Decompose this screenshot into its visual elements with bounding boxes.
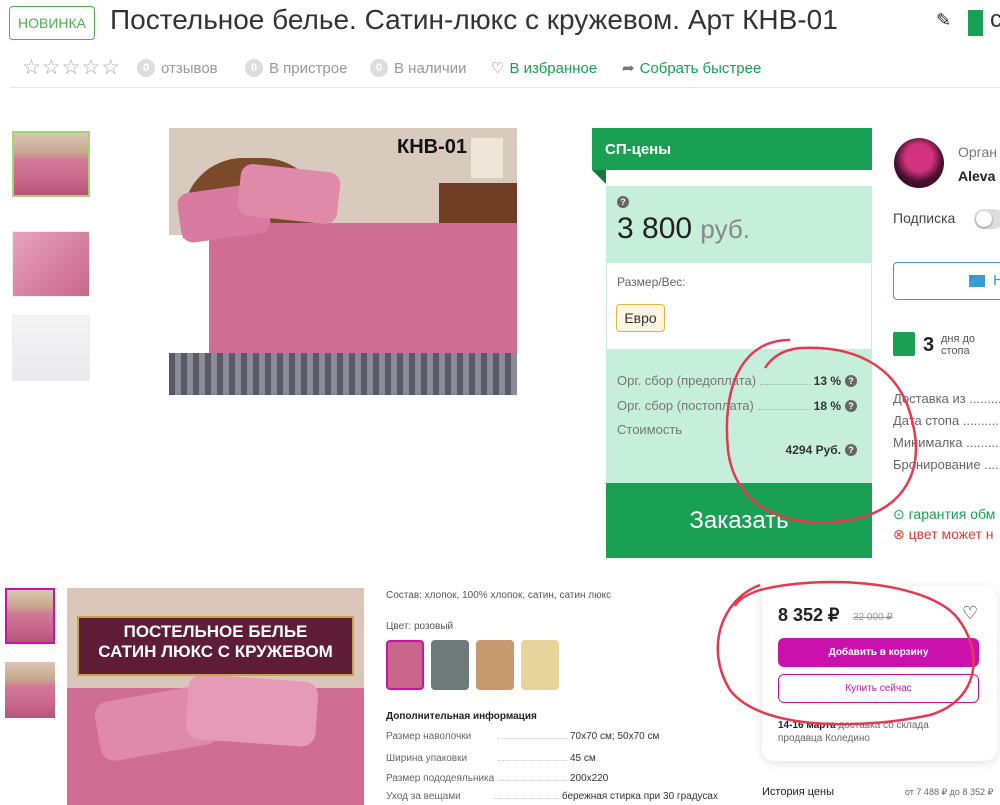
marketplace-price: 8 352 ₽ bbox=[778, 605, 840, 625]
wrench-icon[interactable]: ✎ bbox=[936, 10, 951, 31]
stock-link[interactable]: 0 В наличии bbox=[370, 56, 467, 80]
subscribe-toggle[interactable] bbox=[974, 209, 1000, 229]
banner-line-1: ПОСТЕЛЬНОЕ БЕЛЬЕ bbox=[123, 622, 308, 641]
green-indicator bbox=[968, 10, 983, 36]
price-currency: руб. bbox=[700, 214, 750, 244]
fee-label: Орг. сбор (предоплата) bbox=[617, 373, 757, 388]
size-label: Размер/Вес: bbox=[617, 275, 686, 289]
reviews-label: отзывов bbox=[161, 59, 218, 77]
info-stop-date: Дата стопа ........... bbox=[893, 413, 1000, 428]
add-to-cart-button[interactable]: Добавить в корзину bbox=[778, 638, 979, 667]
color-swatch-pink[interactable] bbox=[386, 640, 424, 690]
collect-label: Собрать быстрее bbox=[639, 59, 762, 77]
new-badge: НОВИНКА bbox=[9, 6, 95, 40]
price-history-range: от 7 488 ₽ до 8 352 ₽ bbox=[905, 787, 994, 797]
stock-label: В наличии bbox=[394, 59, 467, 77]
fee-value: 18 % bbox=[813, 398, 841, 413]
detail-row: Размер пододеяльника 200x220 bbox=[386, 773, 609, 784]
attach-label: В пристрое bbox=[269, 59, 348, 77]
favorite-label: В избранное bbox=[509, 59, 598, 77]
photo-label: КНВ-01 bbox=[397, 136, 467, 158]
collect-faster-link[interactable]: ➦ Собрать быстрее bbox=[622, 56, 761, 80]
color-label: Цвет: розовый bbox=[386, 621, 454, 632]
rating-stars[interactable]: ☆☆☆☆☆ bbox=[22, 56, 121, 80]
color-swatch-cream[interactable] bbox=[521, 640, 559, 690]
composition: Состав: хлопок, 100% хлопок, сатин, сати… bbox=[386, 590, 612, 601]
order-button[interactable]: Заказать bbox=[606, 483, 872, 558]
ribbon-fold bbox=[592, 170, 606, 184]
color-warning: ⊗ цвет может н bbox=[893, 526, 994, 542]
fee-value: 13 % bbox=[813, 373, 841, 388]
fee-row-postpay: Орг. сбор (постоплата) 18 % ? bbox=[617, 398, 857, 413]
mail-icon bbox=[969, 275, 985, 287]
size-option-euro[interactable]: Евро bbox=[616, 304, 665, 332]
fee-area bbox=[606, 349, 872, 483]
bottom-thumbnail-1[interactable] bbox=[5, 588, 55, 644]
organizer-avatar[interactable] bbox=[894, 138, 944, 188]
promo-banner[interactable]: ПОСТЕЛЬНОЕ БЕЛЬЕ САТИН ЛЮКС С КРУЖЕВОМ bbox=[67, 588, 364, 805]
wishlist-heart-icon[interactable]: ♡ bbox=[962, 603, 978, 624]
help-icon[interactable]: ? bbox=[845, 444, 857, 456]
help-icon[interactable]: ? bbox=[617, 192, 629, 210]
message-button[interactable]: Н bbox=[893, 262, 1000, 300]
thumbnail-2[interactable] bbox=[12, 231, 90, 297]
delivery-info: 14-16 марта доставка со склада продавца … bbox=[778, 720, 929, 744]
clipped-text: с bbox=[990, 6, 1000, 33]
color-swatch-grey[interactable] bbox=[431, 640, 469, 690]
attach-count: 0 bbox=[245, 59, 263, 77]
page-title: Постельное белье. Сатин-люкс с кружевом.… bbox=[110, 4, 838, 35]
buy-now-button[interactable]: Купить сейчас bbox=[778, 674, 979, 703]
fee-label: Орг. сбор (постоплата) bbox=[617, 398, 754, 413]
help-icon[interactable]: ? bbox=[845, 399, 857, 412]
banner-line-2: САТИН ЛЮКС С КРУЖЕВОМ bbox=[98, 642, 333, 661]
help-icon[interactable]: ? bbox=[845, 374, 857, 387]
subscribe-label: Подписка bbox=[893, 210, 956, 226]
message-label: Н bbox=[993, 272, 1000, 289]
days-to-stop-number: 3 bbox=[923, 334, 935, 356]
thumbnail-3[interactable] bbox=[12, 315, 90, 381]
cost-value: 4294 Руб. bbox=[785, 443, 841, 457]
color-swatch-beige[interactable] bbox=[476, 640, 514, 690]
price-history-label[interactable]: История цены bbox=[762, 786, 834, 798]
stock-count: 0 bbox=[370, 59, 388, 77]
marketplace-old-price: 32 000 ₽ bbox=[853, 612, 893, 623]
sp-price: 3 800 руб. bbox=[617, 212, 750, 246]
extra-info-heading: Дополнительная информация bbox=[386, 711, 537, 722]
organizer-name[interactable]: Aleva bbox=[958, 168, 995, 184]
price-value: 3 800 bbox=[617, 212, 693, 245]
cost-label: Стоимость bbox=[617, 422, 683, 437]
divider bbox=[10, 87, 1000, 88]
organizer-label: Орган bbox=[958, 144, 997, 160]
share-arrow-icon: ➦ bbox=[622, 60, 635, 77]
reviews-count: 0 bbox=[137, 59, 155, 77]
calendar-icon bbox=[893, 332, 915, 356]
fee-row-cost: 4294 Руб. ? bbox=[617, 443, 857, 457]
info-minimum: Минималка ........... bbox=[893, 435, 1000, 450]
detail-row: Размер наволочки 70x70 см; 50x70 см bbox=[386, 731, 660, 742]
favorite-link[interactable]: ♡ В избранное bbox=[491, 56, 597, 80]
info-delivery: Доставка из ........... bbox=[893, 391, 1000, 406]
sp-prices-header: СП-цены bbox=[592, 128, 872, 170]
info-booking: Бронирование ........... bbox=[893, 457, 1000, 472]
thumbnail-1[interactable] bbox=[12, 131, 90, 197]
detail-row: Ширина упаковки 45 см bbox=[386, 753, 596, 764]
heart-icon: ♡ bbox=[491, 60, 505, 77]
attach-link[interactable]: 0 В пристрое bbox=[245, 56, 347, 80]
guarantee-note: ⊙ гарантия обм bbox=[893, 506, 996, 522]
fee-row-cost-label: Стоимость bbox=[617, 422, 857, 437]
main-product-photo[interactable]: КНВ-01 bbox=[169, 128, 517, 395]
days-to-stop-text: дня до стопа bbox=[941, 333, 976, 357]
reviews-link[interactable]: 0 отзывов bbox=[137, 56, 218, 80]
detail-row: Уход за вещами бережная стирка при 30 гра… bbox=[386, 791, 718, 802]
bottom-thumbnail-2[interactable] bbox=[5, 662, 55, 718]
fee-row-prepay: Орг. сбор (предоплата) 13 % ? bbox=[617, 373, 857, 388]
